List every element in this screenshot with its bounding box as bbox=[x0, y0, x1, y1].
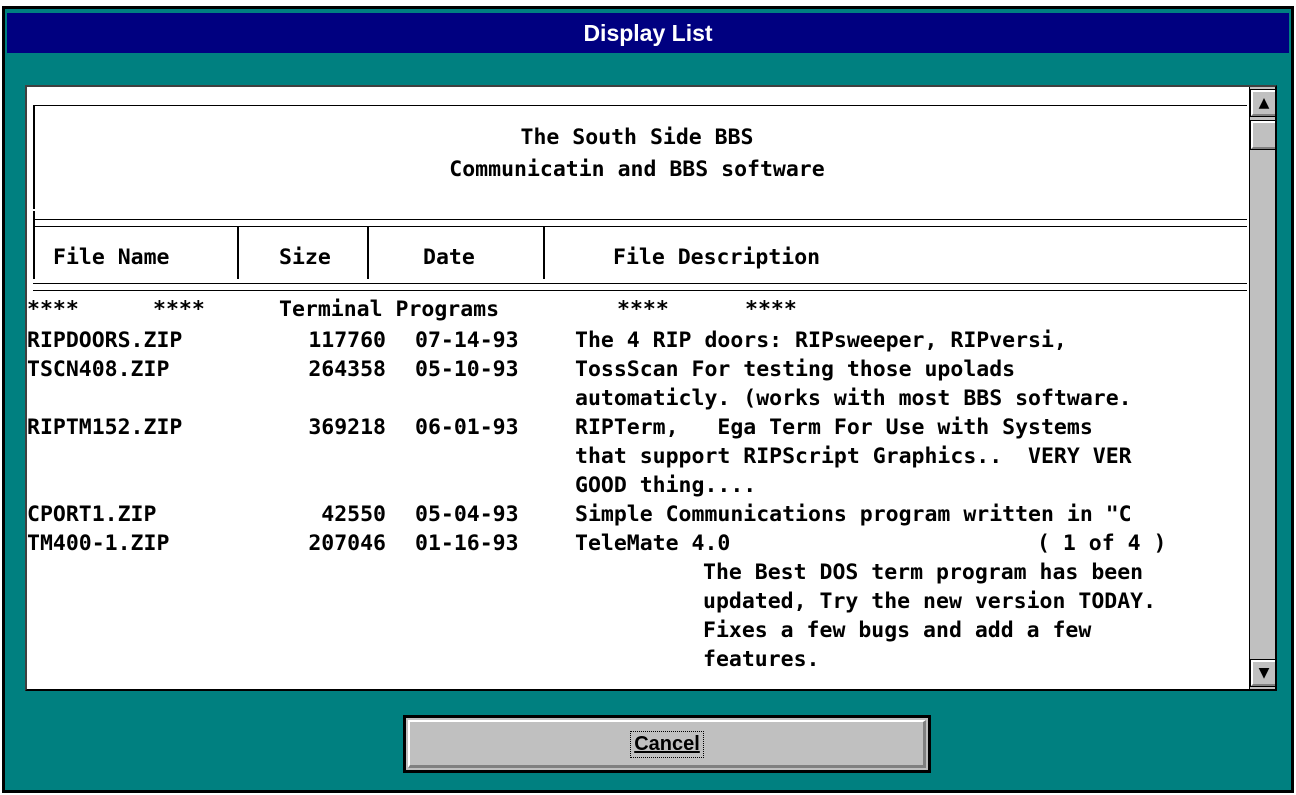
file-name-cell: TSCN408.ZIP bbox=[27, 357, 170, 382]
file-name-cell: TM400-1.ZIP bbox=[27, 531, 170, 556]
column-header-size: Size bbox=[279, 245, 331, 270]
up-arrow-icon: ▲ bbox=[1258, 95, 1270, 111]
file-date-cell: 05-10-93 bbox=[415, 357, 519, 382]
window-title: Display List bbox=[583, 19, 713, 46]
column-header-description: File Description bbox=[613, 245, 821, 270]
category-stars: **** bbox=[745, 297, 797, 322]
file-description-cell: The Best DOS term program has been bbox=[703, 560, 1144, 585]
file-description-cell: TeleMate 4.0 bbox=[575, 531, 731, 556]
file-description-cell: features. bbox=[703, 647, 820, 672]
file-name-cell: CPORT1.ZIP bbox=[27, 502, 157, 527]
scroll-up-button[interactable]: ▲ bbox=[1250, 89, 1275, 117]
column-header-date: Date bbox=[423, 245, 475, 270]
file-description-cell: The 4 RIP doors: RIPsweeper, RIPversi, bbox=[575, 328, 1067, 353]
header-top-rule-1 bbox=[33, 219, 1247, 220]
file-name-cell: RIPDOORS.ZIP bbox=[27, 328, 183, 353]
down-arrow-icon: ▼ bbox=[1258, 665, 1270, 681]
category-stars: **** bbox=[617, 297, 669, 322]
file-date-cell: 06-01-93 bbox=[415, 415, 519, 440]
file-description-cell: Fixes a few bugs and add a few bbox=[703, 618, 1092, 643]
file-description-cell: updated, Try the new version TODAY. bbox=[703, 589, 1157, 614]
file-date-cell: 05-04-93 bbox=[415, 502, 519, 527]
file-size-cell: 117760 bbox=[308, 328, 386, 353]
category-title: Terminal Programs bbox=[279, 297, 500, 322]
col-divider-3 bbox=[543, 227, 545, 279]
file-list-content: The South Side BBS Communicatin and BBS … bbox=[27, 87, 1247, 689]
category-stars: **** bbox=[27, 297, 79, 322]
file-date-cell: 01-16-93 bbox=[415, 531, 519, 556]
file-name-cell: RIPTM152.ZIP bbox=[27, 415, 183, 440]
file-size-cell: 369218 bbox=[308, 415, 386, 440]
col-divider-1 bbox=[237, 227, 239, 279]
file-list-box[interactable]: The South Side BBS Communicatin and BBS … bbox=[25, 85, 1277, 691]
file-size-cell: 207046 bbox=[308, 531, 386, 556]
display-list-dialog: Display List The South Side BBS Communic… bbox=[2, 6, 1294, 793]
file-description-cell: GOOD thing.... bbox=[575, 473, 757, 498]
file-description-cell: Simple Communications program written in… bbox=[575, 502, 1132, 527]
header-bottom-rule-1 bbox=[33, 283, 1247, 284]
file-description-cell: automaticly. (works with most BBS softwa… bbox=[575, 386, 1132, 411]
vertical-scrollbar[interactable]: ▲ ▼ bbox=[1249, 87, 1275, 689]
header-top-rule-2 bbox=[33, 226, 1247, 227]
banner-top-border bbox=[33, 105, 1247, 106]
header-bottom-rule-2 bbox=[33, 290, 1247, 291]
file-description-cell: RIPTerm, Ega Term For Use with Systems bbox=[575, 415, 1093, 440]
cancel-button[interactable]: Cancel bbox=[403, 715, 931, 773]
scroll-down-button[interactable]: ▼ bbox=[1250, 659, 1275, 687]
category-stars: **** bbox=[153, 297, 205, 322]
file-size-cell: 42550 bbox=[321, 502, 386, 527]
title-bar: Display List bbox=[7, 13, 1289, 53]
file-date-cell: 07-14-93 bbox=[415, 328, 519, 353]
col-divider-2 bbox=[367, 227, 369, 279]
column-header-file-name: File Name bbox=[53, 245, 170, 270]
banner-subtitle: Communicatin and BBS software bbox=[449, 157, 825, 182]
scroll-thumb[interactable] bbox=[1250, 120, 1275, 150]
banner-title: The South Side BBS bbox=[520, 125, 754, 150]
file-description-cell: that support RIPScript Graphics.. VERY V… bbox=[575, 444, 1132, 469]
header-left-border bbox=[33, 211, 35, 279]
file-description-cell: TossScan For testing those upolads bbox=[575, 357, 1016, 382]
cancel-button-label: Cancel bbox=[630, 730, 704, 758]
file-size-cell: 264358 bbox=[308, 357, 386, 382]
file-part-indicator: ( 1 of 4 ) bbox=[1037, 531, 1167, 556]
